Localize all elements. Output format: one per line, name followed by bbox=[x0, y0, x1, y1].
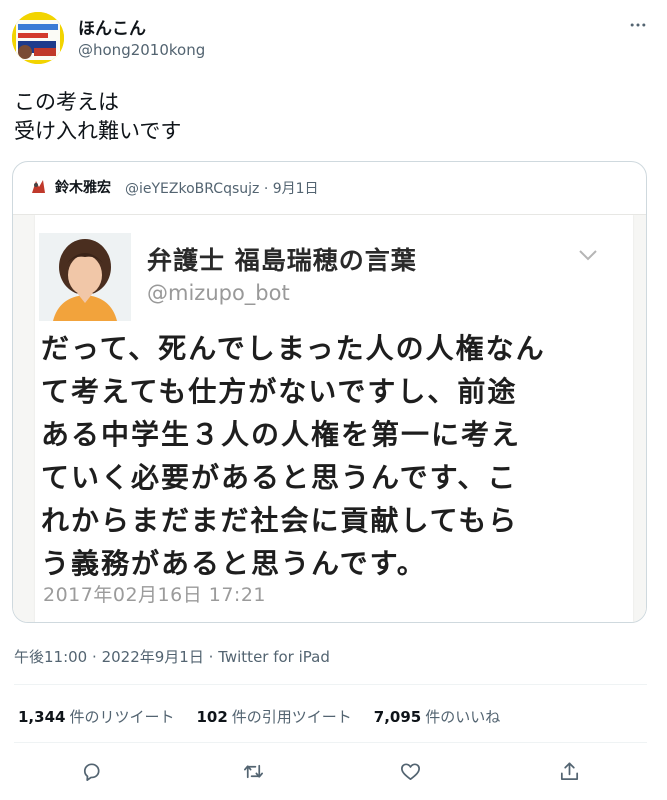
portrait-photo bbox=[39, 233, 131, 321]
retweets-count: 1,344 bbox=[18, 708, 66, 726]
more-dots-icon[interactable] bbox=[627, 14, 649, 36]
image-body-line: ある中学生３人の人権を第一に考え bbox=[41, 418, 522, 451]
likes-label: 件のいいね bbox=[425, 708, 501, 726]
image-author-handle: @mizupo_bot bbox=[147, 281, 290, 305]
tweet-source[interactable]: Twitter for iPad bbox=[218, 648, 330, 666]
divider bbox=[14, 742, 647, 743]
quoted-author-meta: @ieYEZkoBRCqsujz · 9月1日 bbox=[125, 178, 319, 198]
image-body-line: だって、死んでしまった人の人権なん bbox=[41, 332, 546, 365]
author-avatar[interactable] bbox=[12, 12, 64, 64]
image-tweet-card: 弁護士 福島瑞穂の言葉 @mizupo_bot だって、死んでしまった人の人権な… bbox=[35, 215, 633, 622]
author-display-name[interactable]: ほんこん bbox=[78, 14, 146, 39]
separator: · bbox=[208, 648, 214, 666]
quotes-count: 102 bbox=[196, 708, 228, 726]
image-body-line: て考えても仕方がないですし、前途 bbox=[41, 375, 518, 408]
tweet-text-line: 受け入れ難いです bbox=[14, 119, 182, 143]
image-body-text: だって、死んでしまった人の人権なん て考えても仕方がないですし、前途 ある中学生… bbox=[41, 327, 546, 585]
quoted-image[interactable]: 弁護士 福島瑞穂の言葉 @mizupo_bot だって、死んでしまった人の人権な… bbox=[13, 214, 646, 622]
image-body-line: う義務があると思うんです。 bbox=[41, 547, 427, 580]
divider bbox=[14, 684, 647, 685]
image-body-line: ていく必要があると思うんです、こ bbox=[41, 461, 518, 494]
avatar-image bbox=[12, 12, 64, 64]
retweets-label: 件のリツイート bbox=[69, 708, 175, 726]
tweet-date[interactable]: 2022年9月1日 bbox=[102, 648, 204, 666]
tweet-timestamp: 午後11:00 · 2022年9月1日 · Twitter for iPad bbox=[14, 646, 330, 667]
tweet-text-line: この考えは bbox=[14, 90, 119, 114]
quotes-label: 件の引用ツイート bbox=[231, 708, 352, 726]
author-handle[interactable]: @hong2010kong bbox=[78, 41, 205, 59]
likes-stat[interactable]: 7,095 件のいいね bbox=[374, 706, 500, 727]
quoted-author-avatar bbox=[27, 176, 49, 198]
image-date: 2017年02月16日 17:21 bbox=[43, 584, 267, 606]
quoted-date: 9月1日 bbox=[272, 181, 319, 197]
quoted-author-name: 鈴木雅宏 bbox=[55, 180, 111, 196]
tweet-text: この考えは 受け入れ難いです bbox=[14, 88, 181, 146]
likes-count: 7,095 bbox=[373, 708, 422, 726]
share-icon[interactable] bbox=[556, 758, 582, 784]
reply-icon[interactable] bbox=[78, 758, 104, 784]
quotes-stat[interactable]: 102 件の引用ツイート bbox=[196, 706, 351, 727]
separator: · bbox=[263, 181, 269, 197]
image-author-name: 弁護士 福島瑞穂の言葉 bbox=[147, 246, 417, 275]
retweets-stat[interactable]: 1,344 件のリツイート bbox=[18, 706, 174, 727]
separator: · bbox=[92, 648, 97, 666]
engagement-stats: 1,344 件のリツイート 102 件の引用ツイート 7,095 件のいいね bbox=[18, 706, 522, 727]
quoted-tweet-card[interactable]: 鈴木雅宏 @ieYEZkoBRCqsujz · 9月1日 弁護士 福島瑞穂の言葉… bbox=[12, 161, 647, 623]
chevron-down-icon bbox=[577, 247, 599, 261]
like-icon[interactable] bbox=[397, 758, 423, 784]
tweet-time[interactable]: 午後11:00 bbox=[14, 648, 87, 666]
retweet-icon[interactable] bbox=[240, 758, 266, 784]
image-body-line: れからまだまだ社会に貢献してもら bbox=[41, 504, 519, 537]
quoted-author-handle: @ieYEZkoBRCqsujz bbox=[125, 181, 260, 197]
